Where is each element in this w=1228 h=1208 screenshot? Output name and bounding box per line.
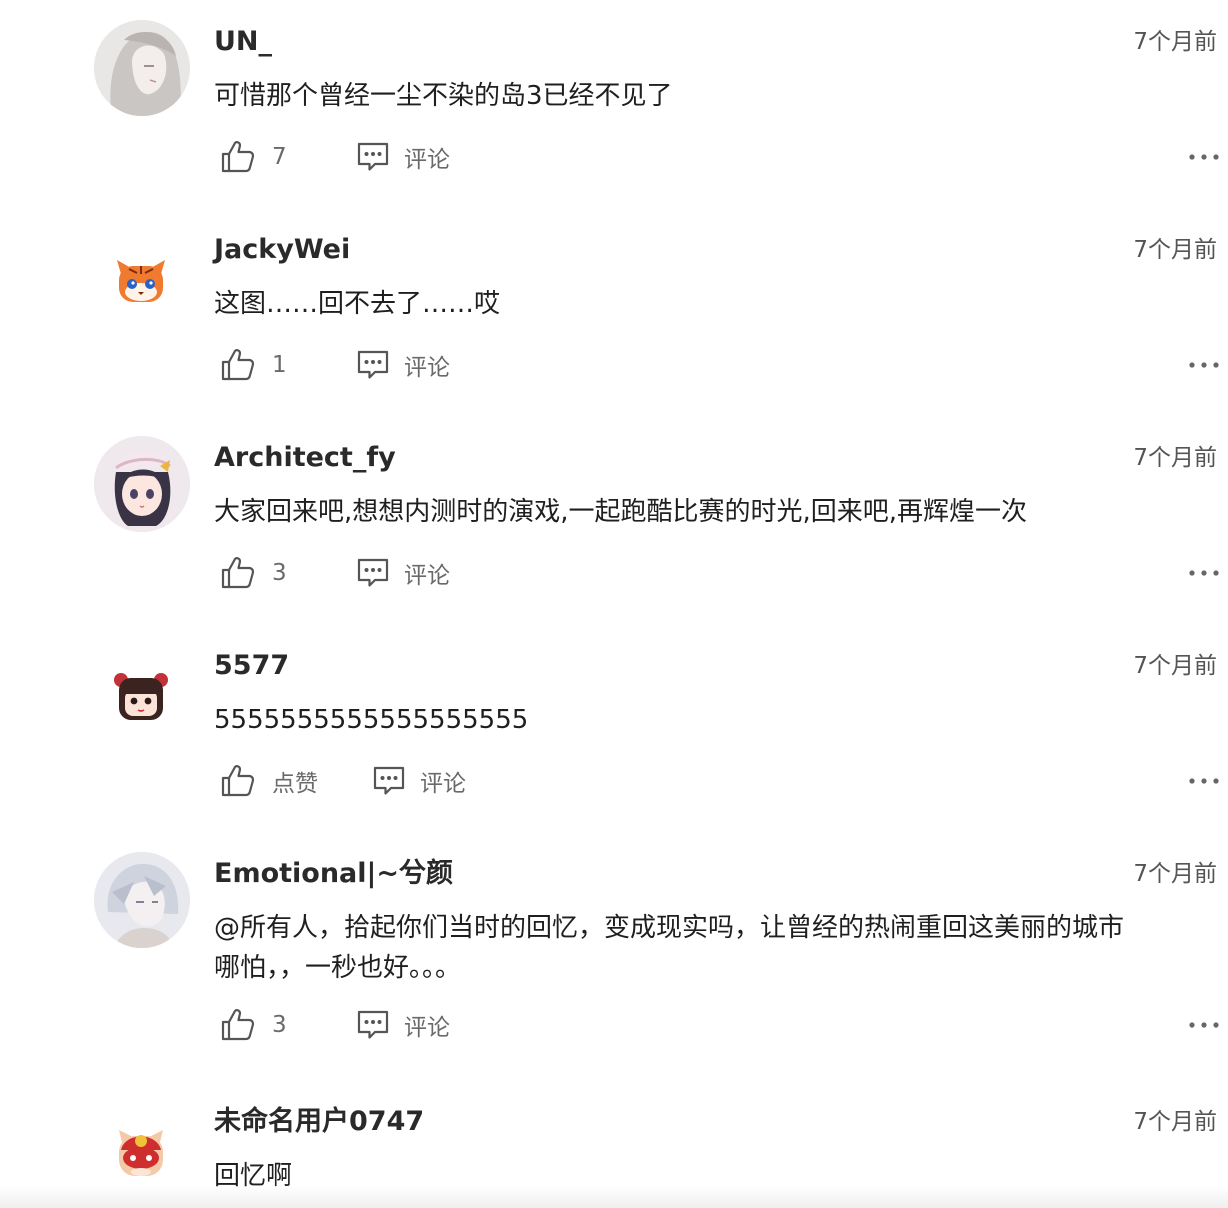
timestamp: 7个月前 [1133, 445, 1217, 471]
comment-bubble-icon [356, 556, 390, 590]
comment-bubble-icon [356, 140, 390, 174]
username[interactable]: 未命名用户0747 [214, 1102, 424, 1142]
reply-label: 评论 [404, 355, 450, 381]
comment-bubble-icon [356, 1008, 390, 1042]
comment-text: 这图……回不去了……哎 [214, 289, 501, 319]
anime-girl-hat-avatar[interactable] [94, 436, 190, 532]
like-button[interactable]: 点赞 [220, 758, 318, 804]
more-options-icon[interactable] [1184, 556, 1224, 590]
comment-text: 5555555555555555555 [214, 705, 529, 735]
thumbs-up-icon [220, 555, 256, 591]
username[interactable]: UN_ [214, 22, 272, 62]
anime-girl-avatar[interactable] [94, 20, 190, 116]
comment-bubble-icon [356, 348, 390, 382]
girl-bun-avatar[interactable] [111, 668, 171, 728]
more-options-icon[interactable] [1184, 764, 1224, 798]
like-count: 3 [272, 560, 287, 586]
comment-item: Architect_fy 7个月前 大家回来吧,想想内测时的演戏,一起跑酷比赛的… [0, 422, 1228, 630]
red-cat-avatar[interactable] [111, 1124, 171, 1184]
thumbs-up-icon [220, 347, 256, 383]
thumbs-up-icon [220, 763, 256, 799]
thumbs-up-icon [220, 1007, 256, 1043]
timestamp: 7个月前 [1133, 653, 1217, 679]
comment-actions: 7 评论 [214, 134, 1224, 180]
comment-item: Emotional|~兮颜 7个月前 @所有人，拾起你们当时的回忆，变成现实吗，… [0, 838, 1228, 1078]
like-button[interactable]: 1 [220, 342, 287, 388]
reply-button[interactable]: 评论 [356, 134, 450, 180]
comment-item: JackyWei 7个月前 这图……回不去了……哎 1 评论 [0, 214, 1228, 422]
comment-text: @所有人，拾起你们当时的回忆，变成现实吗，让曾经的热闹重回这美丽的城市 哪怕，，… [214, 913, 1125, 983]
comment-text: 可惜那个曾经一尘不染的岛3已经不见了 [214, 81, 673, 111]
comment-actions: 点赞 评论 [214, 758, 1224, 804]
reply-label: 评论 [404, 147, 450, 173]
timestamp: 7个月前 [1133, 1109, 1217, 1135]
comment-text: 大家回来吧,想想内测时的演戏,一起跑酷比赛的时光,回来吧,再辉煌一次 [214, 497, 1028, 527]
comment-actions: 3 评论 [214, 1002, 1224, 1048]
more-options-icon[interactable] [1184, 1008, 1224, 1042]
reply-button[interactable]: 评论 [372, 758, 466, 804]
username[interactable]: Emotional|~兮颜 [214, 854, 453, 894]
reply-label: 评论 [404, 1015, 450, 1041]
comment-item: 5577 7个月前 5555555555555555555 点赞 评论 [0, 630, 1228, 838]
reply-button[interactable]: 评论 [356, 550, 450, 596]
reply-label: 评论 [420, 771, 466, 797]
username[interactable]: 5577 [214, 646, 289, 686]
comment-actions: 3 评论 [214, 550, 1224, 596]
comment-bubble-icon [372, 764, 406, 798]
like-count: 点赞 [272, 771, 318, 797]
comment-actions: 1 评论 [214, 342, 1224, 388]
more-options-icon[interactable] [1184, 348, 1224, 382]
anime-boy-avatar[interactable] [94, 852, 190, 948]
reply-button[interactable]: 评论 [356, 342, 450, 388]
comment-item: UN_ 7个月前 可惜那个曾经一尘不染的岛3已经不见了 7 评论 [0, 6, 1228, 214]
username[interactable]: JackyWei [214, 230, 350, 270]
scroll-fade [0, 1186, 1228, 1208]
more-options-icon[interactable] [1184, 140, 1224, 174]
like-count: 1 [272, 352, 287, 378]
reply-label: 评论 [404, 563, 450, 589]
like-button[interactable]: 7 [220, 134, 287, 180]
tiger-avatar[interactable] [111, 252, 171, 312]
timestamp: 7个月前 [1133, 29, 1217, 55]
like-count: 7 [272, 144, 287, 170]
username[interactable]: Architect_fy [214, 438, 396, 478]
like-count: 3 [272, 1012, 287, 1038]
timestamp: 7个月前 [1133, 861, 1217, 887]
timestamp: 7个月前 [1133, 237, 1217, 263]
like-button[interactable]: 3 [220, 550, 287, 596]
like-button[interactable]: 3 [220, 1002, 287, 1048]
reply-button[interactable]: 评论 [356, 1002, 450, 1048]
thumbs-up-icon [220, 139, 256, 175]
